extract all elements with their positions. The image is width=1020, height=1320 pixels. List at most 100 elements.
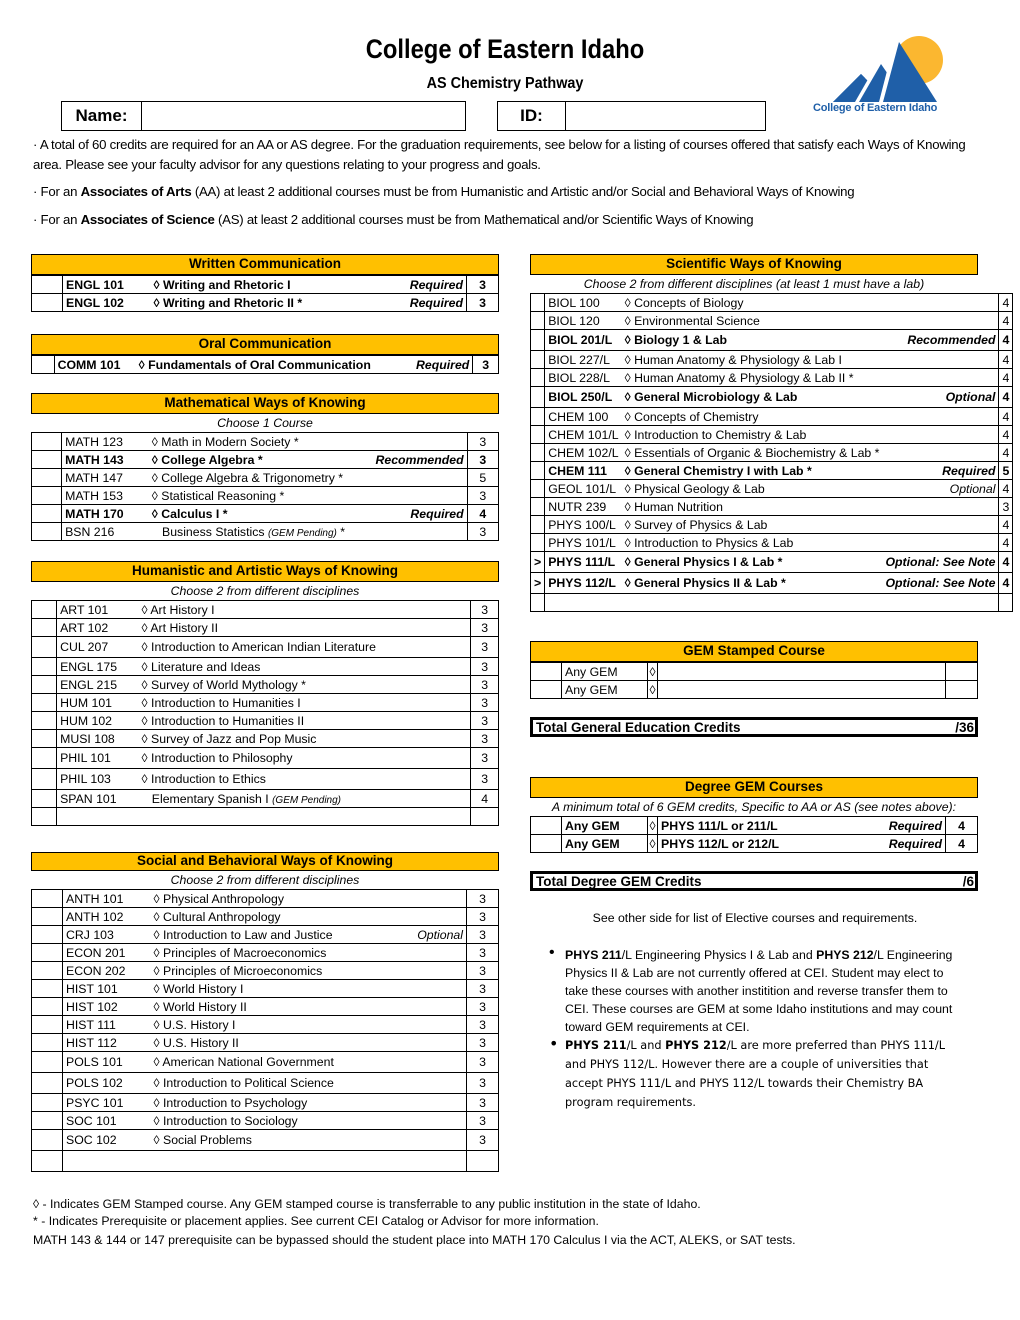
course-checkbox[interactable]	[30, 618, 58, 637]
course-checkbox[interactable]	[31, 1015, 63, 1034]
course-code: BIOL 120	[544, 311, 622, 330]
course-checkbox[interactable]	[31, 1150, 63, 1172]
physics-note-2: PHYS 211/L and PHYS 212/L are more prefe…	[545, 1034, 965, 1112]
course-status	[348, 468, 468, 487]
course-checkbox[interactable]	[30, 522, 63, 541]
course-checkbox[interactable]	[30, 789, 58, 808]
course-name[interactable]: PHYS 112/L or 212/L	[657, 834, 826, 853]
course-checkbox[interactable]	[30, 486, 63, 505]
course-row: CUL 207 ◊ Introduction to American Indian…	[30, 636, 499, 658]
course-checkbox[interactable]	[31, 979, 63, 998]
course-name[interactable]	[657, 680, 826, 699]
course-checkbox[interactable]	[30, 693, 58, 712]
course-checkbox[interactable]	[529, 515, 546, 534]
course-row: PHIL 101 ◊ Introduction to Philosophy 3	[30, 747, 499, 769]
course-checkbox[interactable]	[530, 680, 562, 699]
course-checkbox[interactable]	[31, 997, 63, 1016]
course-name: ◊ Writing and Rhetoric I	[150, 275, 347, 294]
course-checkbox[interactable]	[529, 386, 546, 408]
course-checkbox[interactable]	[529, 479, 546, 498]
course-code: BIOL 250/L	[544, 386, 622, 408]
course-title: Introduction to Physics & Lab	[634, 535, 794, 550]
course-title: Fundamentals of Oral Communication	[148, 357, 371, 372]
course-checkbox[interactable]	[530, 662, 562, 681]
course-checkbox[interactable]: >	[529, 551, 546, 573]
course-checkbox[interactable]	[530, 816, 562, 835]
course-name[interactable]	[657, 662, 826, 681]
course-code: CHEM 111	[544, 461, 622, 480]
course-row: BIOL 228/L ◊ Human Anatomy & Physiology &…	[529, 368, 1014, 387]
course-row: HIST 111 ◊ U.S. History I 3	[31, 1015, 499, 1034]
course-row: BSN 216 Business Statistics (GEM Pending…	[30, 522, 500, 541]
course-checkbox[interactable]	[30, 450, 63, 469]
gem-diamond-icon: ◊	[153, 1017, 160, 1032]
course-credits: 3	[470, 675, 499, 694]
course-status	[346, 1033, 467, 1052]
course-name: ◊ General Microbiology & Lab	[621, 386, 883, 408]
course-checkbox[interactable]	[31, 1093, 63, 1112]
course-credits	[470, 807, 499, 826]
course-checkbox[interactable]	[30, 636, 58, 658]
course-checkbox[interactable]	[31, 961, 63, 980]
course-checkbox[interactable]	[529, 407, 546, 426]
course-name: ◊ Cultural Anthropology	[150, 907, 347, 926]
course-checkbox[interactable]	[529, 293, 546, 312]
course-checkbox[interactable]	[529, 497, 546, 516]
course-checkbox[interactable]	[530, 834, 562, 853]
course-checkbox[interactable]	[31, 1033, 63, 1052]
course-credits: 4	[998, 386, 1014, 408]
course-checkbox[interactable]	[529, 368, 546, 387]
course-checkbox[interactable]	[529, 329, 546, 351]
course-checkbox[interactable]	[529, 593, 546, 612]
course-name[interactable]: PHYS 111/L or 211/L	[657, 816, 826, 835]
course-checkbox[interactable]	[30, 468, 63, 487]
course-row: BIOL 227/L ◊ Human Anatomy & Physiology &…	[529, 350, 1014, 369]
course-status	[882, 293, 1000, 312]
course-credits: 3	[466, 522, 500, 541]
course-checkbox[interactable]	[30, 675, 58, 694]
course-code: MUSI 108	[56, 729, 139, 748]
course-checkbox[interactable]	[30, 711, 58, 730]
course-checkbox[interactable]	[31, 943, 63, 962]
course-table: ANTH 101 ◊ Physical Anthropology 3 ANTH 102…	[31, 889, 499, 1172]
course-checkbox[interactable]	[529, 425, 546, 444]
course-checkbox[interactable]	[30, 807, 58, 826]
name-input[interactable]	[142, 102, 465, 130]
course-checkbox[interactable]	[30, 747, 58, 769]
course-checkbox[interactable]	[529, 461, 546, 480]
name-label: Name:	[62, 102, 142, 130]
id-input[interactable]	[566, 102, 765, 130]
course-checkbox[interactable]	[529, 311, 546, 330]
course-checkbox[interactable]	[31, 907, 63, 926]
course-name: ◊ Introduction to Physics & Lab	[621, 533, 883, 552]
course-checkbox[interactable]	[529, 443, 546, 462]
course-row: HIST 102 ◊ World History II 3	[31, 997, 499, 1016]
course-checkbox[interactable]	[31, 275, 63, 294]
course-checkbox[interactable]	[31, 355, 55, 374]
course-status	[346, 907, 467, 926]
course-checkbox[interactable]	[30, 768, 58, 790]
gem-diamond-icon: ◊	[153, 277, 160, 292]
course-name: ◊ Art History I	[138, 600, 379, 619]
course-checkbox[interactable]	[31, 1129, 63, 1151]
gem-diamond-icon: ◊	[141, 695, 148, 710]
course-checkbox[interactable]	[31, 1111, 63, 1130]
gem-diamond-icon: ◊	[624, 409, 631, 424]
course-checkbox[interactable]	[30, 729, 58, 748]
course-checkbox[interactable]	[529, 350, 546, 369]
course-checkbox[interactable]: >	[529, 572, 546, 594]
gem-diamond-icon: ◊	[141, 731, 148, 746]
course-checkbox[interactable]	[30, 432, 63, 451]
course-checkbox[interactable]	[30, 504, 63, 523]
course-title: Physical Geology & Lab	[634, 481, 765, 496]
course-checkbox[interactable]	[30, 657, 58, 676]
course-checkbox[interactable]	[31, 293, 63, 312]
course-status	[882, 350, 1000, 369]
course-checkbox[interactable]	[30, 600, 58, 619]
course-checkbox[interactable]	[31, 1072, 63, 1094]
course-checkbox[interactable]	[529, 533, 546, 552]
course-credits: 3	[466, 979, 499, 998]
course-checkbox[interactable]	[31, 925, 63, 944]
course-checkbox[interactable]	[31, 1051, 63, 1073]
course-checkbox[interactable]	[31, 889, 63, 908]
